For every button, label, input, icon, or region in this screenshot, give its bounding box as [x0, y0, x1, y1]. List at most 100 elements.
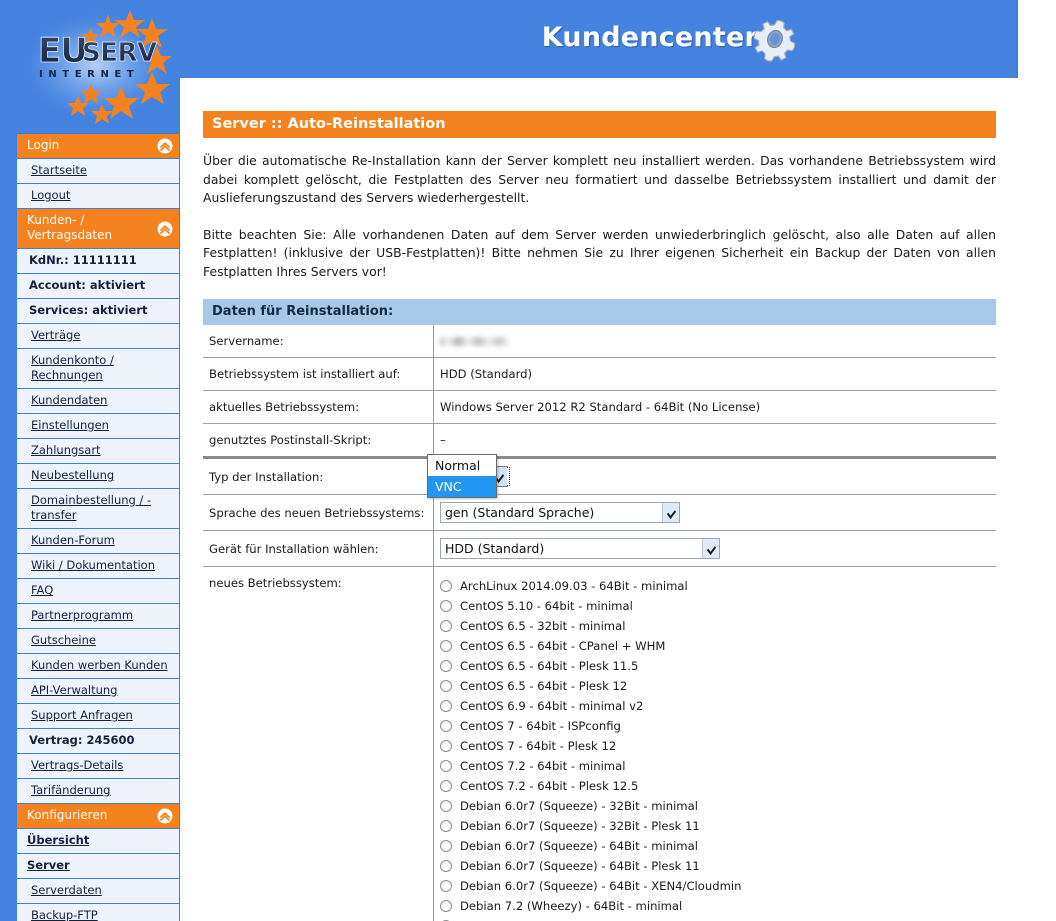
sidebar-link[interactable]: Wiki / Dokumentation: [31, 558, 155, 572]
sidebar-item-neubestellung[interactable]: Neubestellung: [16, 463, 180, 488]
language-select[interactable]: gen (Standard Sprache): [440, 502, 680, 523]
sidebar-item-kundendaten[interactable]: Kundendaten: [16, 388, 180, 413]
radio-button-icon[interactable]: [440, 740, 452, 752]
sidebar-item-kundenkonto-rechnungen[interactable]: Kundenkonto / Rechnungen: [16, 348, 180, 388]
sidebar-item-vertrags-details[interactable]: Vertrags-Details: [16, 753, 180, 778]
sidebar-item-startseite[interactable]: Startseite: [16, 158, 180, 183]
dropdown-option[interactable]: Normal: [428, 455, 496, 476]
sidebar-item-einstellungen[interactable]: Einstellungen: [16, 413, 180, 438]
device-select[interactable]: HDD (Standard): [440, 538, 720, 559]
radio-button-icon[interactable]: [440, 720, 452, 732]
os-option-row[interactable]: CentOS 5.10 - 64bit - minimal: [440, 596, 996, 616]
os-option-label: ArchLinux 2014.09.03 - 64Bit - minimal: [460, 579, 688, 593]
sidebar-item-serverdaten[interactable]: Serverdaten: [16, 878, 180, 903]
sidebar-link[interactable]: Serverdaten: [31, 883, 102, 897]
sidebar-link[interactable]: Kunden-Forum: [31, 533, 115, 547]
os-option-row[interactable]: CentOS 6.5 - 64bit - CPanel + WHM: [440, 636, 996, 656]
chevron-down-icon[interactable]: [662, 503, 679, 522]
sidebar-item-domainbestellung[interactable]: Domainbestellung / -transfer: [16, 488, 180, 528]
sidebar-item-vertraege[interactable]: Verträge: [16, 323, 180, 348]
os-option-row[interactable]: Debian 6.0r7 (Squeeze) - 64Bit - XEN4/Cl…: [440, 876, 996, 896]
sidebar-link[interactable]: Kunden werben Kunden: [31, 658, 168, 672]
os-option-row[interactable]: CentOS 6.5 - 64bit - Plesk 12: [440, 676, 996, 696]
main-content: Server :: Auto-Reinstallation Über die a…: [203, 111, 996, 921]
os-option-row[interactable]: Debian 7.2 (Wheezy) - 64Bit - minimal: [440, 896, 996, 916]
radio-button-icon[interactable]: [440, 620, 452, 632]
euserv-logo[interactable]: EU SERV INTERNET: [16, 0, 180, 133]
os-option-row[interactable]: Debian 6.0r7 (Squeeze) - 32Bit - Plesk 1…: [440, 816, 996, 836]
sidebar-link[interactable]: Vertrags-Details: [31, 758, 123, 772]
sidebar-item-uebersicht[interactable]: Übersicht: [16, 828, 180, 853]
radio-button-icon[interactable]: [440, 780, 452, 792]
sidebar-item-logout[interactable]: Logout: [16, 183, 180, 208]
sidebar-item-kunden-werben-kunden[interactable]: Kunden werben Kunden: [16, 653, 180, 678]
radio-button-icon[interactable]: [440, 760, 452, 772]
radio-button-icon[interactable]: [440, 640, 452, 652]
os-option-row[interactable]: CentOS 6.9 - 64bit - minimal v2: [440, 696, 996, 716]
radio-button-icon[interactable]: [440, 680, 452, 692]
sidebar-link[interactable]: Gutscheine: [31, 633, 96, 647]
sidebar-item-kunden-forum[interactable]: Kunden-Forum: [16, 528, 180, 553]
os-option-row[interactable]: Debian 6.0r7 (Squeeze) - 64Bit - Plesk 1…: [440, 856, 996, 876]
radio-button-icon[interactable]: [440, 700, 452, 712]
sidebar-link[interactable]: Zahlungsart: [31, 443, 101, 457]
radio-button-icon[interactable]: [440, 840, 452, 852]
sidebar-link[interactable]: Startseite: [31, 163, 87, 177]
chevron-up-icon[interactable]: [157, 221, 173, 237]
sidebar-link[interactable]: Backup-FTP: [31, 908, 98, 921]
radio-button-icon[interactable]: [440, 660, 452, 672]
sidebar-link[interactable]: FAQ: [31, 583, 53, 597]
sidebar-item-wiki-dokumentation[interactable]: Wiki / Dokumentation: [16, 553, 180, 578]
radio-button-icon[interactable]: [440, 600, 452, 612]
sidebar-group-login[interactable]: Login: [16, 133, 180, 158]
sidebar-link[interactable]: Übersicht: [27, 833, 89, 847]
sidebar-item-partnerprogramm[interactable]: Partnerprogramm: [16, 603, 180, 628]
sidebar-item-backup-ftp[interactable]: Backup-FTP: [16, 903, 180, 921]
os-option-row[interactable]: CentOS 6.5 - 32bit - minimal: [440, 616, 996, 636]
radio-button-icon[interactable]: [440, 800, 452, 812]
sidebar-link[interactable]: Domainbestellung / -transfer: [31, 493, 151, 522]
os-option-row[interactable]: Debian 6.0r7 (Squeeze) - 64Bit - minimal: [440, 836, 996, 856]
dropdown-option[interactable]: VNC: [428, 476, 496, 497]
chevron-up-icon[interactable]: [157, 138, 173, 154]
radio-button-icon[interactable]: [440, 860, 452, 872]
table-row-servername: Servername:: [203, 325, 996, 358]
sidebar-link[interactable]: Logout: [31, 188, 70, 202]
sidebar-link[interactable]: Partnerprogramm: [31, 608, 133, 622]
radio-button-icon[interactable]: [440, 820, 452, 832]
sidebar-item-api-verwaltung[interactable]: API-Verwaltung: [16, 678, 180, 703]
chevron-down-icon[interactable]: [702, 539, 719, 558]
sidebar-link[interactable]: API-Verwaltung: [31, 683, 117, 697]
sidebar-link[interactable]: Kundenkonto / Rechnungen: [31, 353, 114, 382]
sidebar-item-zahlungsart[interactable]: Zahlungsart: [16, 438, 180, 463]
page-title: Server :: Auto-Reinstallation: [203, 111, 996, 138]
sidebar-link[interactable]: Einstellungen: [31, 418, 109, 432]
os-option-row[interactable]: Debian 6.0r7 (Squeeze) - 32Bit - minimal: [440, 796, 996, 816]
os-option-label: Debian 7.2 (Wheezy) - 64Bit - Plesk 12: [460, 916, 684, 921]
sidebar-link[interactable]: Neubestellung: [31, 468, 114, 482]
sidebar-group-konfigurieren[interactable]: Konfigurieren: [16, 803, 180, 828]
sidebar-link[interactable]: Server: [27, 858, 70, 872]
os-option-row[interactable]: CentOS 6.5 - 64bit - Plesk 11.5: [440, 656, 996, 676]
radio-button-icon[interactable]: [440, 880, 452, 892]
sidebar-link[interactable]: Kundendaten: [31, 393, 107, 407]
sidebar-link[interactable]: Tarifänderung: [31, 783, 110, 797]
os-option-row[interactable]: Debian 7.2 (Wheezy) - 64Bit - Plesk 12: [440, 916, 996, 921]
sidebar-item-tarifaenderung[interactable]: Tarifänderung: [16, 778, 180, 803]
sidebar-link[interactable]: Verträge: [31, 328, 80, 342]
install-type-dropdown-list[interactable]: Normal VNC: [427, 454, 497, 498]
os-option-row[interactable]: CentOS 7.2 - 64bit - minimal: [440, 756, 996, 776]
sidebar-group-kundendaten[interactable]: Kunden- / Vertragsdaten: [16, 208, 180, 248]
os-option-row[interactable]: CentOS 7 - 64bit - ISPconfig: [440, 716, 996, 736]
os-option-row[interactable]: ArchLinux 2014.09.03 - 64Bit - minimal: [440, 576, 996, 596]
sidebar-link[interactable]: Support Anfragen: [31, 708, 133, 722]
sidebar-item-gutscheine[interactable]: Gutscheine: [16, 628, 180, 653]
sidebar-item-server[interactable]: Server: [16, 853, 180, 878]
radio-button-icon[interactable]: [440, 580, 452, 592]
sidebar-item-support-anfragen[interactable]: Support Anfragen: [16, 703, 180, 728]
chevron-up-icon[interactable]: [157, 808, 173, 824]
os-option-row[interactable]: CentOS 7.2 - 64bit - Plesk 12.5: [440, 776, 996, 796]
sidebar-item-faq[interactable]: FAQ: [16, 578, 180, 603]
radio-button-icon[interactable]: [440, 900, 452, 912]
os-option-row[interactable]: CentOS 7 - 64bit - Plesk 12: [440, 736, 996, 756]
